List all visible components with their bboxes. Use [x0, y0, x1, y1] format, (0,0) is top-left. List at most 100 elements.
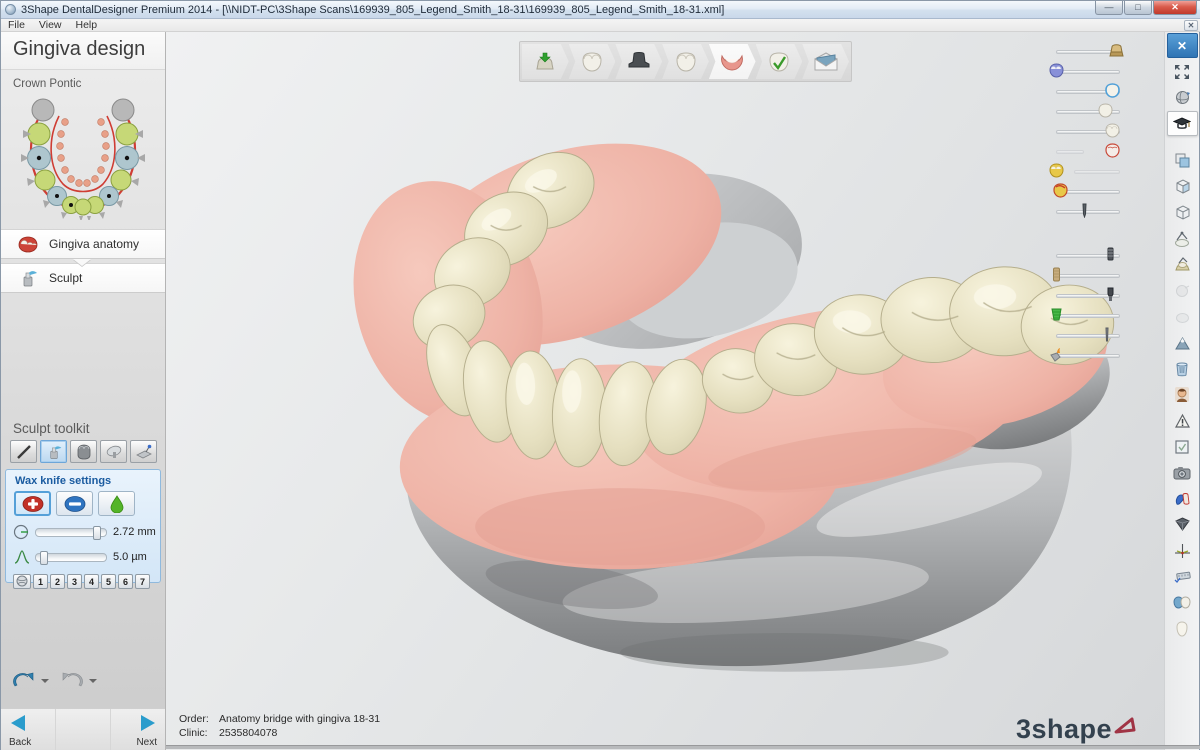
vis-slider-dark-screw[interactable]	[1050, 286, 1130, 306]
selected-tooth-icon[interactable]	[1104, 83, 1121, 98]
arch-overview-map[interactable]	[15, 94, 151, 220]
vis-slider-post-pin[interactable]	[1050, 202, 1130, 222]
height-slider[interactable]	[35, 553, 107, 562]
back-arrow-icon	[11, 715, 25, 731]
close-view-button[interactable]: ✕	[1167, 33, 1198, 58]
preset-1-button[interactable]: 1	[33, 574, 48, 589]
screw-retained-icon[interactable]	[1102, 247, 1119, 262]
delete-trash-button[interactable]	[1167, 356, 1198, 381]
preset-2-button[interactable]: 2	[50, 574, 65, 589]
cube-view-2-button[interactable]	[1167, 200, 1198, 225]
vis-slider-thin-pin[interactable]	[1050, 326, 1130, 346]
sidebar-item-sculpt[interactable]: Sculpt	[1, 263, 165, 293]
workflow-step-gingiva-design[interactable]	[709, 44, 756, 79]
workflow-step-crown-design[interactable]	[569, 44, 616, 79]
cross-section-button[interactable]	[1167, 330, 1198, 355]
maximize-button[interactable]: □	[1124, 1, 1152, 15]
gingiva-rim-tooth-icon[interactable]	[1104, 143, 1121, 158]
preset-3-button[interactable]: 3	[67, 574, 82, 589]
workflow-step-crown-anatomy[interactable]	[662, 44, 709, 79]
zoom-fit-button[interactable]	[1167, 59, 1198, 84]
close-button[interactable]: ✕	[1153, 1, 1197, 15]
undo-dropdown[interactable]	[41, 679, 49, 683]
measure-ruler-button[interactable]	[1167, 564, 1198, 589]
screenshot-camera-button[interactable]	[1167, 460, 1198, 485]
anatomy-tooth-icon[interactable]	[1097, 103, 1114, 118]
tool-disabled-2-button[interactable]	[1167, 304, 1198, 329]
remove-material-button[interactable]	[56, 491, 93, 516]
warnings-button[interactable]	[1167, 408, 1198, 433]
measure-stone-button[interactable]	[1167, 252, 1198, 277]
jaw-3d-model[interactable]	[166, 32, 1166, 750]
wax-yellow-tooth-icon[interactable]	[1048, 163, 1065, 178]
drill-tool-icon[interactable]	[1048, 347, 1065, 362]
preset-6-button[interactable]: 6	[118, 574, 133, 589]
copy-view-layout-button[interactable]	[1167, 148, 1198, 173]
annotate-paint-button[interactable]	[1167, 486, 1198, 511]
learn-mode-button[interactable]	[1167, 111, 1198, 136]
tool-wax-knife[interactable]	[40, 440, 67, 463]
vis-slider-antagonist[interactable]	[1050, 62, 1130, 82]
vis-slider-anatomy[interactable]	[1050, 102, 1130, 122]
wax-anatomy-tooth-icon[interactable]	[1052, 183, 1069, 198]
cube-view-1-button[interactable]	[1167, 174, 1198, 199]
vis-slider-screw-retained[interactable]	[1050, 246, 1130, 266]
next-button[interactable]: Next	[111, 709, 165, 750]
back-button[interactable]: Back	[1, 709, 56, 750]
add-material-button[interactable]	[14, 491, 51, 516]
undo-button[interactable]	[11, 670, 37, 692]
redo-dropdown[interactable]	[89, 679, 97, 683]
workflow-step-scan-import[interactable]	[522, 44, 569, 79]
patient-photo-button[interactable]	[1167, 382, 1198, 407]
vis-slider-crown[interactable]	[1050, 122, 1130, 142]
vis-slider-gingiva[interactable]	[1050, 142, 1130, 162]
workflow-step-abutment-frame[interactable]	[615, 44, 662, 79]
implant-cylinder-icon[interactable]	[1048, 267, 1065, 282]
single-tooth-button[interactable]	[1167, 616, 1198, 641]
post-pin-icon[interactable]	[1076, 203, 1093, 218]
title-bar: 3Shape DentalDesigner Premium 2014 - [\\…	[1, 1, 1200, 19]
vis-slider-sectioned-die[interactable]	[1050, 42, 1130, 62]
diameter-slider-thumb[interactable]	[93, 526, 101, 540]
workflow-step-send-order[interactable]	[802, 44, 849, 79]
vis-slider-wax[interactable]	[1050, 162, 1130, 182]
vis-slider-drill-tool[interactable]	[1050, 346, 1130, 366]
rotate-view-button[interactable]	[1167, 85, 1198, 110]
thin-pin-icon[interactable]	[1098, 327, 1115, 342]
crown-tooth-icon[interactable]	[1104, 123, 1121, 138]
minimize-button[interactable]: —	[1095, 1, 1123, 15]
menu-file[interactable]: File	[1, 19, 32, 31]
tool-attachment-stamp[interactable]	[130, 440, 157, 463]
global-preset-button[interactable]	[13, 574, 31, 589]
green-implant-icon[interactable]	[1048, 307, 1065, 322]
close-document-button[interactable]: ✕	[1184, 20, 1198, 31]
sidebar-item-gingiva-anatomy[interactable]: Gingiva anatomy	[1, 229, 165, 259]
vis-slider-selected-tooth[interactable]	[1050, 82, 1130, 102]
sectioned-die-icon[interactable]	[1108, 43, 1125, 58]
antagonist-tooth-icon[interactable]	[1048, 63, 1065, 78]
workflow-step-approve[interactable]	[756, 44, 803, 79]
tool-disabled-1-button[interactable]	[1167, 278, 1198, 303]
smooth-material-button[interactable]	[98, 491, 135, 516]
tool-morph-crown[interactable]	[70, 440, 97, 463]
diameter-slider[interactable]	[35, 528, 107, 537]
tool-smooth-disc[interactable]	[100, 440, 127, 463]
model-viewport[interactable]: Order: Anatomy bridge with gingiva 18-31…	[166, 32, 1166, 750]
dark-screw-icon[interactable]	[1102, 287, 1119, 302]
height-slider-thumb[interactable]	[40, 551, 48, 565]
preset-7-button[interactable]: 7	[135, 574, 150, 589]
menu-help[interactable]: Help	[69, 19, 105, 31]
vis-slider-wax-anatomy[interactable]	[1050, 182, 1130, 202]
approve-check-button[interactable]	[1167, 434, 1198, 459]
preset-5-button[interactable]: 5	[101, 574, 116, 589]
menu-view[interactable]: View	[32, 19, 69, 31]
tool-wax-pen[interactable]	[10, 440, 37, 463]
preset-4-button[interactable]: 4	[84, 574, 99, 589]
vis-slider-green-implant[interactable]	[1050, 306, 1130, 326]
view-pyramid-button[interactable]	[1167, 512, 1198, 537]
redo-button[interactable]	[59, 670, 85, 692]
vis-slider-implant-cylinder[interactable]	[1050, 266, 1130, 286]
show-axes-button[interactable]	[1167, 538, 1198, 563]
measure-tooth-button[interactable]	[1167, 226, 1198, 251]
compare-teeth-button[interactable]	[1167, 590, 1198, 615]
